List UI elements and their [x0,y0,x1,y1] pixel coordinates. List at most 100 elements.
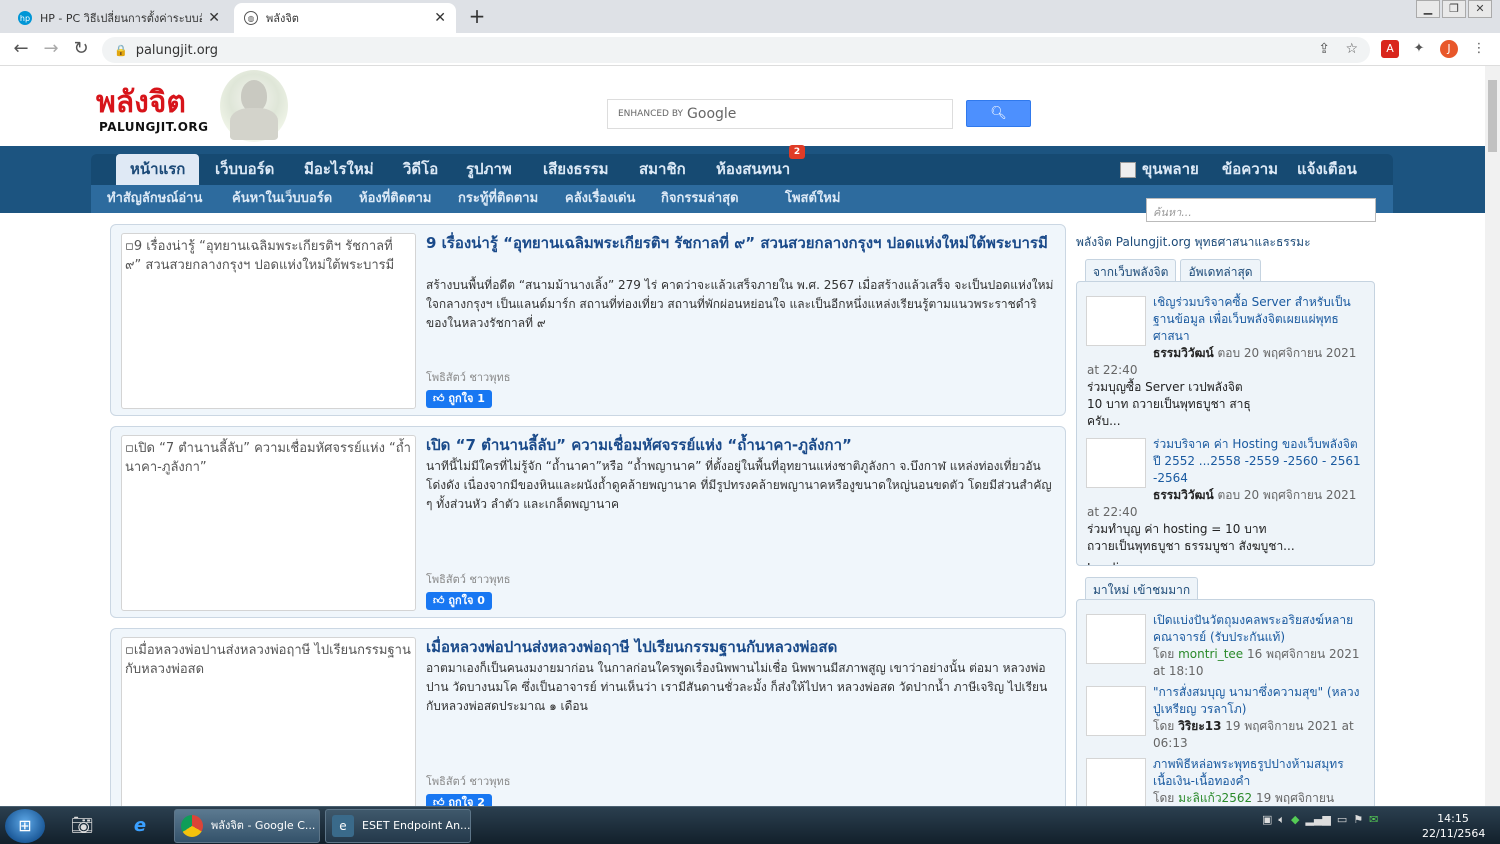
forward-icon[interactable]: → [40,39,62,61]
browser-toolbar: ← → ↻ 🔒 palungjit.org ⇪ ☆ A ✦ J ⋮ [0,33,1500,66]
browser-tab-palungjit[interactable]: ◍ พลังจิต ✕ [234,3,456,33]
post-author[interactable]: โพธิสัตว์ ชาวพุทธ [426,772,510,790]
item-user[interactable]: ธรรมวิวัฒน์ [1153,488,1214,502]
chat-tray-icon[interactable]: ✉ [1369,813,1378,827]
subnav-mark-read[interactable]: ทำสัญลักษณ์อ่าน [107,185,202,213]
display-icon[interactable]: ▭ [1337,813,1347,827]
nav-item-video[interactable]: วิดีโอ [403,154,438,185]
item-title[interactable]: เปิดแบ่งปันวัตถุมงคลพระอริยสงฆ์หลายคณาจา… [1153,613,1353,644]
nav-item-whats-new[interactable]: มีอะไรใหม่ [304,154,374,185]
item-user[interactable]: มะลิแก้ว2562 [1178,791,1252,805]
item-title[interactable]: ร่วมบริจาค ค่า Hosting ของเว็บพลังจิต ปี… [1153,437,1361,485]
volume-icon[interactable]: 🔈︎ [1278,813,1285,827]
item-snippet: ร่วมบุญซื้อ Server เวปพลังจิต 10 บาท ถวา… [1087,380,1251,428]
search-button[interactable]: 🔍︎ [966,100,1031,127]
nav-item-user[interactable]: ขุนพลาย [1120,154,1199,185]
close-window-button[interactable]: ✕ [1468,0,1492,18]
chat-count-badge: 2 [789,145,805,159]
logo-thai-text: พลังจิต [96,85,186,120]
item-thumbnail[interactable] [1086,686,1146,736]
post-excerpt: อาตมาเองก็เป็นคนงมงายมาก่อน ในกาลก่อนใคร… [426,661,1048,713]
item-title[interactable]: ภาพพิธีหล่อพระพุทธรูปปางห้ามสมุทร เนื้อเ… [1153,757,1344,788]
post-title[interactable]: เมื่อหลวงพ่อปานส่งหลวงพ่อฤาษี ไปเรียนกรร… [426,637,1051,658]
item-thumbnail[interactable] [1086,296,1146,346]
like-button[interactable]: 👍︎ ถูกใจ 1 [426,390,492,408]
thumbnail-alt-text: เปิด “7 ตำนานลี้ลับ” ความเชื่อมหัศจรรย์แ… [125,441,411,475]
like-button[interactable]: 👍︎ ถูกใจ 2 [426,794,492,806]
search-input[interactable] [740,102,952,126]
browser-tab-hp[interactable]: hp HP - PC วิธีเปลี่ยนการตั้งค่าระบบอัพเ… [8,3,230,33]
menu-dots-icon[interactable]: ⋮ [1470,40,1488,58]
network-signal-icon[interactable]: ▂▄▆ [1305,813,1330,827]
eset-tray-icon[interactable]: ◆ [1291,813,1299,827]
taskbar-eset[interactable]: e ESET Endpoint An... [325,809,471,843]
subnav-watched-threads[interactable]: กระทู้ที่ติดตาม [458,185,538,213]
new-tab-button[interactable]: + [466,6,488,28]
enhanced-by-label: ENHANCED BY [618,109,684,119]
item-thumbnail[interactable] [1086,758,1146,806]
internet-explorer-icon[interactable]: e [124,811,156,841]
scrollbar-thumb[interactable] [1488,80,1497,152]
taskbar-chrome[interactable]: พลังจิต - Google C... [174,809,320,843]
action-center-flag-icon[interactable]: ⚑ [1353,813,1363,827]
camera-app-icon[interactable]: 📷︎ [66,811,98,841]
nav-item-home[interactable]: หน้าแรก [116,154,200,185]
close-tab-icon[interactable]: ✕ [434,10,446,26]
item-user[interactable]: montri_tee [1178,647,1243,661]
address-bar[interactable]: 🔒 palungjit.org ⇪ ☆ [102,37,1370,63]
nav-item-forum[interactable]: เว็บบอร์ด [215,154,274,185]
subnav-featured[interactable]: คลังเรื่องเด่น [565,185,635,213]
subnav-latest-activity[interactable]: กิจกรรมล่าสุด [661,185,739,213]
item-meta: ตอบ 20 พฤศจิกายน 2021 [1217,346,1357,360]
back-icon[interactable]: ← [10,39,32,61]
quick-search-input[interactable]: ค้นหา... [1146,198,1376,222]
system-tray: ▣ 🔈︎ ◆ ▂▄▆ ▭ ⚑ ✉ [1262,813,1378,827]
item-user[interactable]: วิริยะ13 [1178,719,1221,733]
subnav-watched-forums[interactable]: ห้องที่ติดตาม [359,185,432,213]
nav-item-members[interactable]: สมาชิก [639,154,686,185]
thumbnail-alt-text: 9 เรื่องน่ารู้ “อุทยานเฉลิมพระเกียรติฯ ร… [125,239,395,273]
item-title[interactable]: เชิญร่วมบริจาคซื้อ Server สำหรับเป็นฐานข… [1153,295,1351,343]
username: ขุนพลาย [1142,160,1199,178]
maximize-button[interactable]: ❐ [1442,0,1466,18]
broken-image-icon: ▫ [125,239,134,254]
post-title[interactable]: 9 เรื่องน่ารู้ “อุทยานเฉลิมพระเกียรติฯ ร… [426,233,1051,254]
post-author[interactable]: โพธิสัตว์ ชาวพุทธ [426,368,510,386]
nav-item-dharma-audio[interactable]: เสียงธรรม [543,154,609,185]
globe-icon: ◍ [244,11,258,25]
minimize-button[interactable]: ▁ [1416,0,1440,18]
site-logo[interactable]: พลังจิต PALUNGJIT.ORG [96,85,208,135]
close-tab-icon[interactable]: ✕ [208,10,220,26]
item-user[interactable]: ธรรมวิวัฒน์ [1153,346,1214,360]
reload-icon[interactable]: ↻ [70,39,92,61]
post-thumbnail[interactable]: ▫9 เรื่องน่ารู้ “อุทยานเฉลิมพระเกียรติฯ … [121,233,416,409]
start-button[interactable]: ⊞ [5,809,45,843]
post-title[interactable]: เปิด “7 ตำนานลี้ลับ” ความเชื่อมหัศจรรย์แ… [426,435,1051,456]
extensions-puzzle-icon[interactable]: ✦ [1410,40,1428,58]
taskbar-clock[interactable]: 14:15 22/11/2564 [1422,811,1485,841]
user-avatar [1120,161,1136,178]
post-thumbnail[interactable]: ▫เมื่อหลวงพ่อปานส่งหลวงพ่อฤาษี ไปเรียนกร… [121,637,416,806]
item-thumbnail[interactable] [1086,614,1146,664]
nav-item-photos[interactable]: รูปภาพ [466,154,512,185]
subnav-new-posts[interactable]: โพสต์ใหม่ [785,185,840,213]
page-scrollbar[interactable] [1485,66,1500,806]
item-thumbnail[interactable] [1086,438,1146,488]
post-author[interactable]: โพธิสัตว์ ชาวพุทธ [426,570,510,588]
url-text: palungjit.org [135,42,219,58]
list-item: ภาพพิธีหล่อพระพุทธรูปปางห้ามสมุทร เนื้อเ… [1077,752,1374,806]
item-title[interactable]: "การสั่งสมบุญ นามาซึ่งความสุข" (หลวงปู่เ… [1153,685,1359,716]
tray-app-icon[interactable]: ▣ [1262,813,1272,827]
list-item: เปิดแบ่งปันวัตถุมงคลพระอริยสงฆ์หลายคณาจา… [1077,600,1374,680]
nav-item-chat[interactable]: ห้องสนทนา [716,154,790,185]
share-icon[interactable]: ⇪ [1318,41,1330,57]
post-thumbnail[interactable]: ▫เปิด “7 ตำนานลี้ลับ” ความเชื่อมหัศจรรย์… [121,435,416,611]
pdf-extension-icon[interactable]: A [1381,40,1399,58]
profile-avatar[interactable]: J [1440,40,1458,58]
bookmark-star-icon[interactable]: ☆ [1345,41,1358,57]
like-button[interactable]: 👍︎ ถูกใจ 0 [426,592,492,610]
web-page: พลังจิต PALUNGJIT.ORG ENHANCED BY Google… [0,66,1485,806]
nav-item-messages[interactable]: ข้อความ [1222,154,1278,185]
nav-item-notifications[interactable]: แจ้งเตือน [1297,154,1357,185]
subnav-search-forum[interactable]: ค้นหาในเว็บบอร์ด [232,185,332,213]
